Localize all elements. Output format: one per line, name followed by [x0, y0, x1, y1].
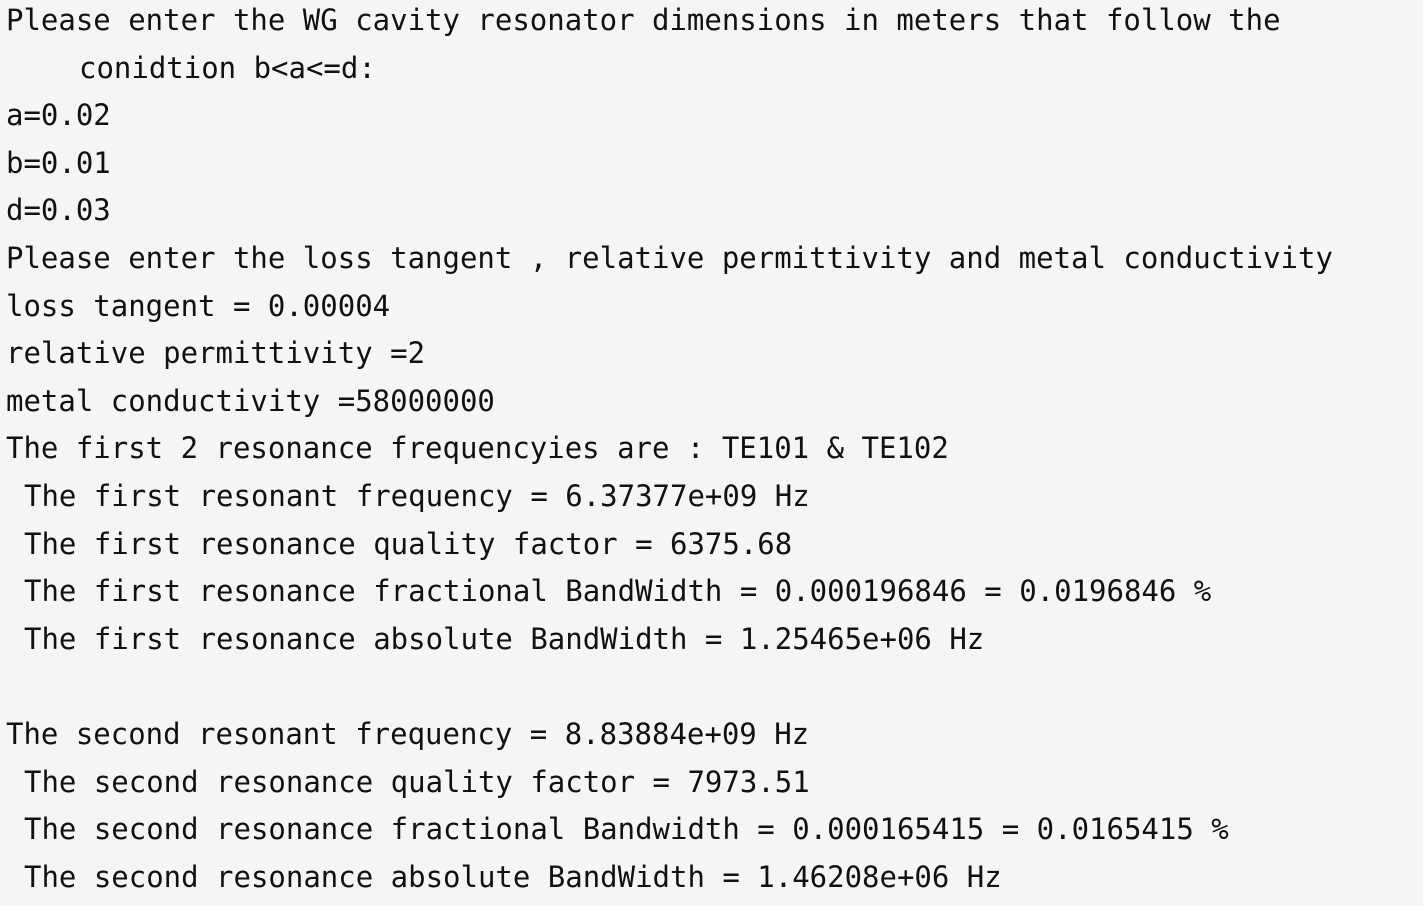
- prompt-material-line: Please enter the loss tangent , relative…: [6, 240, 1333, 275]
- modes-line: The first 2 resonance frequencyies are :…: [6, 431, 949, 466]
- first-quality-factor-line: The first resonance quality factor = 637…: [24, 526, 793, 561]
- first-frequency-line: The first resonant frequency = 6.37377e+…: [24, 478, 810, 513]
- input-loss-tangent-line: loss tangent = 0.00004: [6, 288, 391, 323]
- input-a-line: a=0.02: [6, 98, 111, 133]
- second-fractional-bandwidth-line: The second resonance fractional Bandwidt…: [24, 812, 1229, 847]
- second-absolute-bandwidth-line: The second resonance absolute BandWidth …: [24, 859, 1002, 894]
- input-b-line: b=0.01: [6, 145, 111, 180]
- input-conductivity-line: metal conductivity =58000000: [6, 383, 495, 418]
- second-frequency-line: The second resonant frequency = 8.83884e…: [6, 716, 810, 751]
- second-quality-factor-line: The second resonance quality factor = 79…: [24, 764, 810, 799]
- console-output: Please enter the WG cavity resonator dim…: [6, 0, 1416, 906]
- first-absolute-bandwidth-line: The first resonance absolute BandWidth =…: [24, 621, 985, 656]
- input-permittivity-line: relative permittivity =2: [6, 336, 426, 371]
- prompt-dimensions-condition: conidtion b<a<=d:: [79, 50, 376, 85]
- first-fractional-bandwidth-line: The first resonance fractional BandWidth…: [24, 574, 1212, 609]
- prompt-dimensions-line: Please enter the WG cavity resonator dim…: [6, 3, 1281, 37]
- input-d-line: d=0.03: [6, 193, 111, 228]
